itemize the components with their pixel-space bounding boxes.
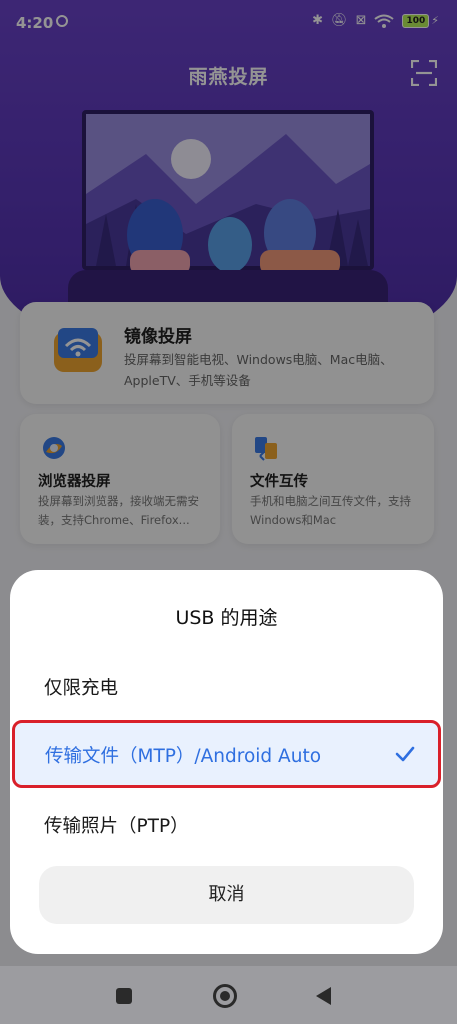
home-icon[interactable] [213, 984, 237, 1008]
option-label: 传输照片（PTP） [44, 816, 189, 837]
option-charge-only[interactable]: 仅限充电 [12, 652, 441, 720]
back-icon[interactable] [316, 987, 331, 1005]
sheet-title: USB 的用途 [175, 607, 278, 629]
check-icon [395, 746, 415, 762]
recent-apps-icon[interactable] [116, 988, 132, 1004]
option-photo-transfer[interactable]: 传输照片（PTP） [12, 790, 441, 858]
option-label: 仅限充电 [44, 678, 119, 699]
option-label: 传输文件（MTP）/Android Auto [45, 746, 322, 767]
system-nav-bar [0, 966, 457, 1024]
cancel-button[interactable]: 取消 [39, 866, 414, 924]
option-file-transfer[interactable]: 传输文件（MTP）/Android Auto [12, 720, 441, 788]
usb-purpose-sheet: USB 的用途 仅限充电 传输文件（MTP）/Android Auto 传输照片… [10, 570, 443, 954]
